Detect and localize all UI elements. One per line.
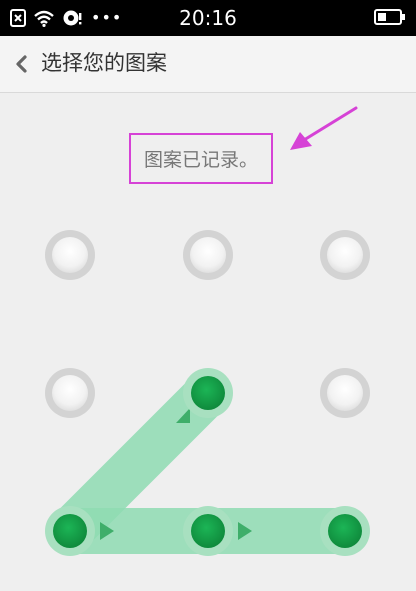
pattern-node-5[interactable] <box>183 368 233 418</box>
pattern-node-9[interactable] <box>320 506 370 556</box>
pattern-node-7[interactable] <box>45 506 95 556</box>
pattern-lock-screen: ••• 20:16 选择您的图案 图案已记录。 <box>0 0 416 591</box>
pattern-node-6[interactable] <box>320 368 370 418</box>
pattern-node-1[interactable] <box>45 230 95 280</box>
pattern-grid[interactable] <box>0 0 416 591</box>
pattern-node-4[interactable] <box>45 368 95 418</box>
pattern-node-2[interactable] <box>183 230 233 280</box>
pattern-node-3[interactable] <box>320 230 370 280</box>
pattern-node-8[interactable] <box>183 506 233 556</box>
